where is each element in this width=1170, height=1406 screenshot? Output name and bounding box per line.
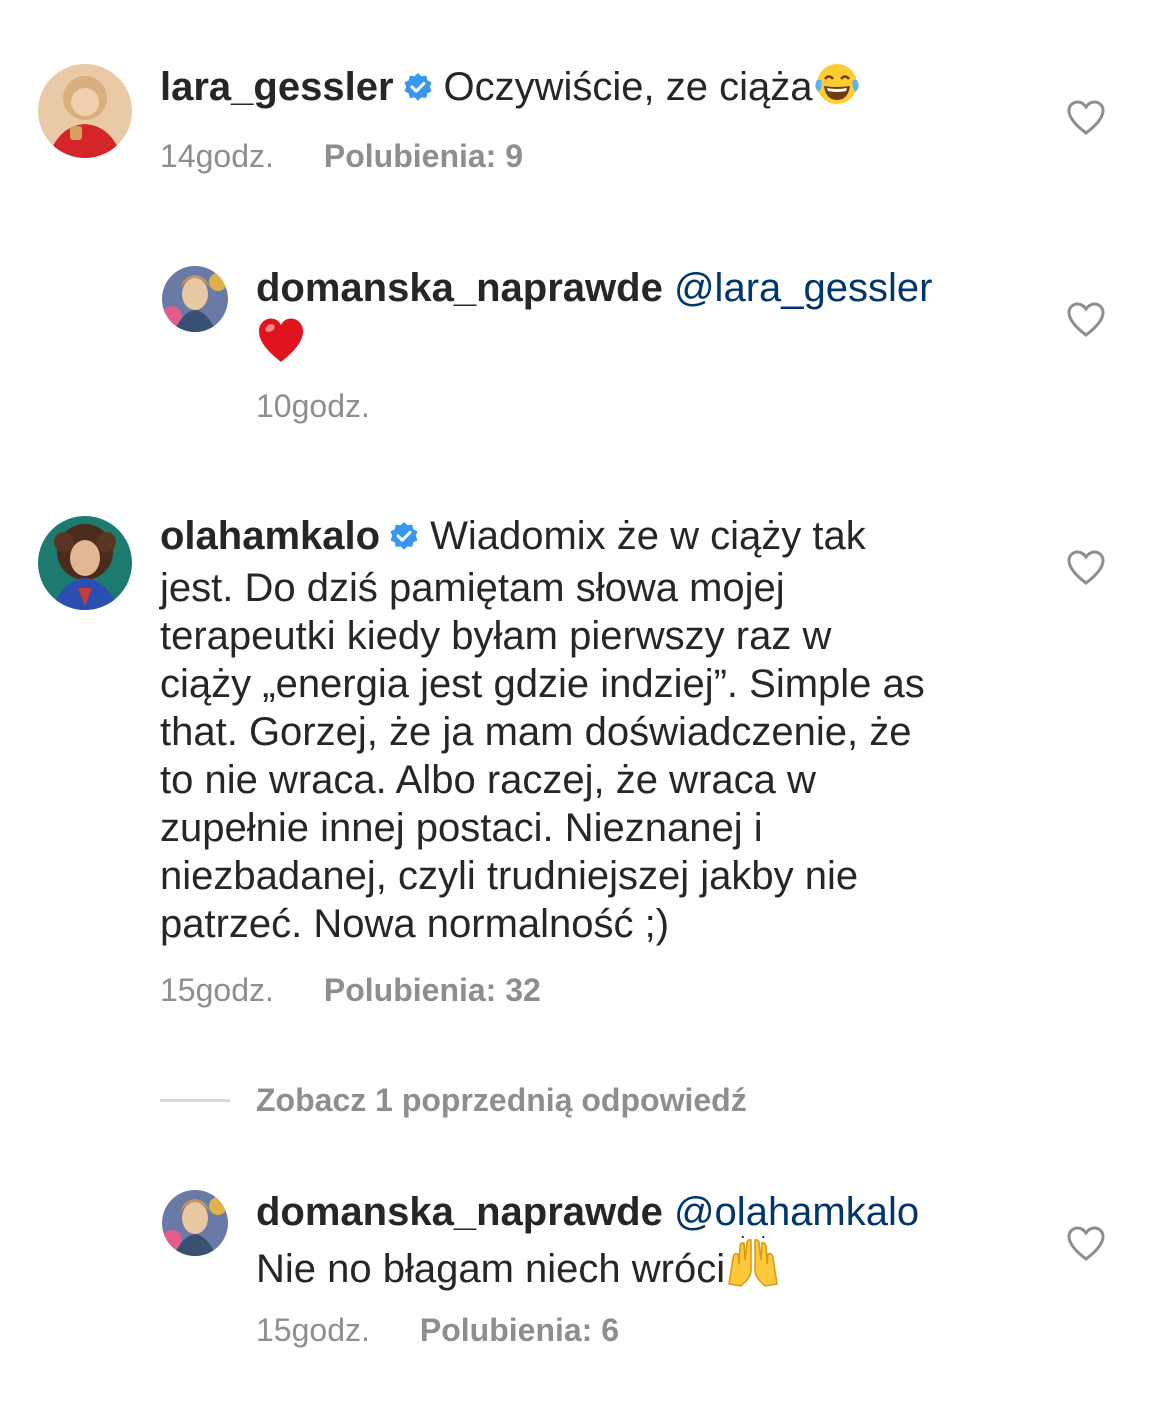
like-heart-icon[interactable] [1066,1224,1106,1264]
username[interactable]: domanska_naprawde [256,1190,663,1234]
raising-hands-icon [725,1231,781,1299]
avatar[interactable] [38,64,132,158]
avatar[interactable] [162,266,228,332]
likes-count[interactable]: Polubienia: 9 [324,138,523,174]
comment-line: ciąży „energia jest gdzie indziej”. Simp… [160,662,925,706]
likes-count[interactable]: Polubienia: 6 [420,1312,619,1348]
comment-body: Oczywiście, ze ciąża [443,65,813,109]
comment-meta: 10godz. [256,386,370,426]
mention-link[interactable]: @olahamkalo [674,1190,919,1234]
timestamp: 15godz. [256,1312,370,1348]
comment-text: lara_gessler Oczywiście, ze ciąża [160,62,1040,117]
avatar[interactable] [38,516,132,610]
comment-text: domanska_naprawde @lara_gessler [256,264,1036,375]
comment-text: domanska_naprawde @olahamkalo Nie no bła… [256,1188,1036,1299]
username[interactable]: lara_gessler [160,65,394,109]
red-heart-icon [256,316,306,375]
comment-meta: 14godz. Polubienia: 9 [160,136,523,176]
comment-line: terapeutki kiedy byłam pierwszy raz w [160,614,832,658]
avatar-domanska-naprawde-icon [162,1190,228,1256]
username[interactable]: olahamkalo [160,514,380,558]
comment-line: to nie wraca. Albo raczej, że wraca w [160,758,816,802]
view-previous-replies-button[interactable]: Zobacz 1 poprzednią odpowiedź [160,1078,747,1122]
timestamp: 10godz. [256,388,370,424]
verified-badge-icon [402,67,434,115]
comment-meta: 15godz. Polubienia: 32 [160,970,541,1010]
timestamp: 15godz. [160,972,274,1008]
comment-line: patrzeć. Nowa normalność ;) [160,902,670,946]
like-heart-icon[interactable] [1066,548,1106,588]
comment-line: jest. Do dziś pamiętam słowa mojej [160,566,785,610]
comment-line: Wiadomix że w ciąży tak [430,514,866,558]
verified-badge-icon [388,516,420,564]
like-heart-icon[interactable] [1066,98,1106,138]
comment-line: niezbadanej, czyli trudniejszej jakby ni… [160,854,859,898]
avatar-olahamkalo-icon [38,516,132,610]
comment-line: that. Gorzej, że ja mam doświadczenie, ż… [160,710,912,754]
avatar-lara-gessler-icon [38,64,132,158]
likes-count[interactable]: Polubienia: 32 [324,972,541,1008]
username[interactable]: domanska_naprawde [256,266,663,310]
mention-link[interactable]: @lara_gessler [674,266,933,310]
replies-divider [160,1098,230,1102]
like-heart-icon[interactable] [1066,300,1106,340]
comment-body: Nie no błagam niech wróci [256,1247,726,1291]
view-replies-label: Zobacz 1 poprzednią odpowiedź [256,1081,747,1118]
avatar[interactable] [162,1190,228,1256]
comment-meta: 15godz. Polubienia: 6 [256,1310,619,1350]
comment-line: zupełnie innej postaci. Nieznanej i [160,806,763,850]
timestamp: 14godz. [160,138,274,174]
tears-of-joy-icon [813,62,861,117]
avatar-domanska-naprawde-icon [162,266,228,332]
comment-text: olahamkalo Wiadomix że w ciąży tak jest. … [160,512,1040,948]
